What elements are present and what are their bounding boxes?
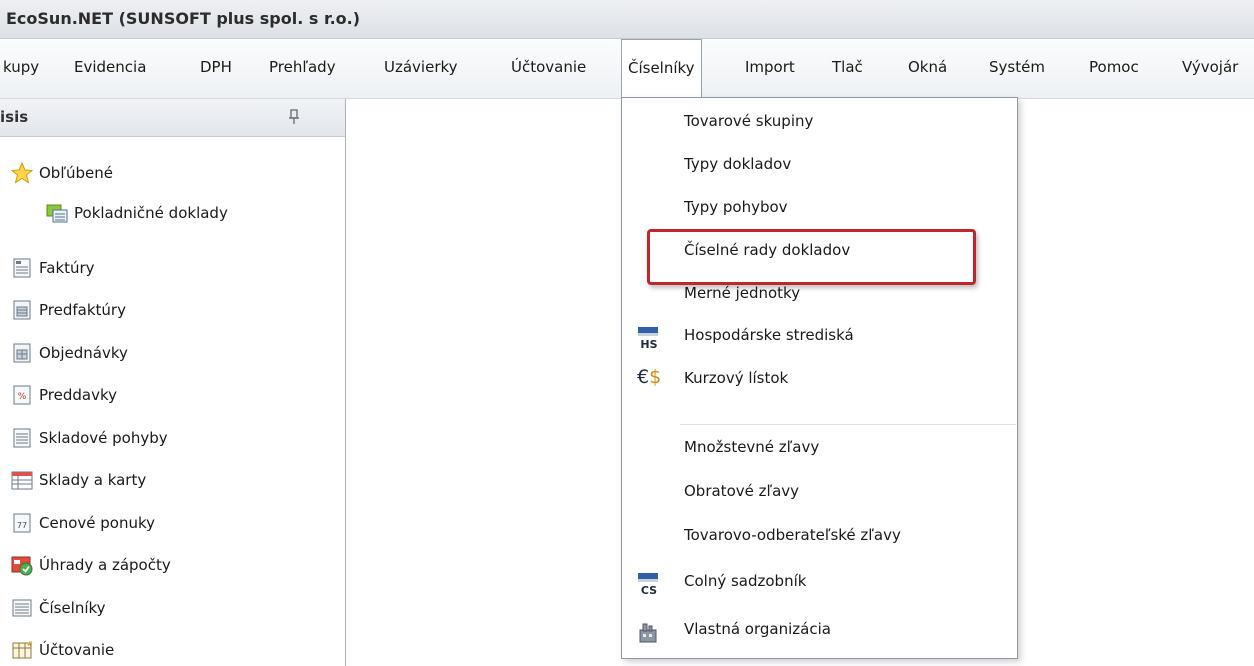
ciselniky-dropdown-menu: Tovarové skupiny Typy dokladov Typy pohy… bbox=[621, 97, 1018, 659]
euro-glyph: € bbox=[637, 366, 650, 388]
hs-icon: HS bbox=[638, 327, 658, 350]
menu-item-mnozstevne-zlavy[interactable]: Množstevné zľavy bbox=[622, 428, 1017, 470]
menu-okna[interactable]: Okná bbox=[908, 39, 947, 96]
pin-icon[interactable] bbox=[287, 108, 301, 126]
menu-prehlady[interactable]: Prehľady bbox=[269, 39, 336, 96]
menu-item-label: Obratové zľavy bbox=[684, 482, 800, 500]
menu-uctovanie[interactable]: Účtovanie bbox=[511, 39, 586, 96]
menu-item-label: Typy pohybov bbox=[684, 198, 788, 216]
menu-dph[interactable]: DPH bbox=[200, 39, 232, 96]
menu-separator bbox=[680, 424, 1016, 425]
tree-item-preddavky[interactable]: % Preddavky bbox=[11, 382, 311, 408]
tree-label: Preddavky bbox=[39, 386, 117, 404]
codebook-icon bbox=[12, 599, 32, 617]
menu-item-merne-jednotky[interactable]: Merné jednotky bbox=[622, 274, 1017, 316]
menu-item-typy-dokladov[interactable]: Typy dokladov bbox=[622, 145, 1017, 187]
menu-system[interactable]: Systém bbox=[989, 39, 1045, 96]
window-title: EcoSun.NET (SUNSOFT plus spol. s r.o.) bbox=[6, 9, 361, 28]
menu-item-label: Hospodárske strediská bbox=[684, 326, 854, 344]
tree-label: Účtovanie bbox=[39, 641, 115, 659]
menu-item-tovarove-skupiny[interactable]: Tovarové skupiny bbox=[622, 102, 1017, 144]
menu-item-label: Vlastná organizácia bbox=[684, 620, 831, 638]
menu-item-label: Tovarovo-odberateľské zľavy bbox=[684, 526, 901, 544]
tree-label: Číselníky bbox=[39, 599, 106, 617]
menu-vyvojar[interactable]: Vývojár bbox=[1182, 39, 1238, 96]
svg-text:77: 77 bbox=[17, 521, 27, 530]
menu-item-label: Typy dokladov bbox=[684, 155, 792, 173]
cash-register-icon bbox=[46, 204, 68, 223]
tree-item-pokladnicne-doklady[interactable]: Pokladničné doklady bbox=[46, 200, 306, 226]
tree-item-uctovanie[interactable]: # Účtovanie bbox=[11, 637, 311, 663]
menu-uzavierky[interactable]: Uzávierky bbox=[384, 39, 458, 96]
hs-icon-text: HS bbox=[640, 338, 657, 350]
panel-header: isis bbox=[0, 99, 345, 137]
tree-label: Úhrady a zápočty bbox=[39, 556, 171, 574]
panel-title: isis bbox=[0, 108, 29, 126]
tree-item-sklady-a-karty[interactable]: Sklady a karty bbox=[11, 467, 311, 493]
title-bar: EcoSun.NET (SUNSOFT plus spol. s r.o.) bbox=[0, 0, 1254, 39]
tree-favorites[interactable]: Obľúbené bbox=[11, 160, 211, 186]
menu-item-colny-sadzobnik[interactable]: CS Colný sadzobník bbox=[622, 562, 1017, 604]
cs-icon-text: CS bbox=[641, 584, 657, 596]
menu-item-label: Merné jednotky bbox=[684, 284, 801, 302]
stock-movement-icon bbox=[13, 428, 31, 448]
menu-item-label: Kurzový lístok bbox=[684, 369, 789, 387]
order-icon bbox=[13, 343, 31, 363]
tree-label: Sklady a karty bbox=[39, 471, 147, 489]
quote-icon: 77 bbox=[13, 513, 31, 533]
menu-item-tovarovo-odberatelske-zlavy[interactable]: Tovarovo-odberateľské zľavy bbox=[622, 516, 1017, 558]
tree-item-predfaktury[interactable]: Predfaktúry bbox=[11, 297, 311, 323]
menu-bar: kupy Evidencia DPH Prehľady Uzávierky Úč… bbox=[0, 39, 1254, 99]
menu-item-label: Množstevné zľavy bbox=[684, 438, 820, 456]
tree-label: Skladové pohyby bbox=[39, 429, 168, 447]
menu-import[interactable]: Import bbox=[745, 39, 795, 96]
menu-item-label: Colný sadzobník bbox=[684, 572, 807, 590]
tree-item-ciselniky[interactable]: Číselníky bbox=[11, 595, 311, 621]
star-icon bbox=[11, 162, 33, 184]
tree-label: Predfaktúry bbox=[39, 301, 126, 319]
tree-item-cenove-ponuky[interactable]: 77 Cenové ponuky bbox=[11, 510, 311, 536]
menu-item-hospodarske-strediska[interactable]: HS Hospodárske strediská bbox=[622, 316, 1017, 358]
menu-item-obratove-zlavy[interactable]: Obratové zľavy bbox=[622, 472, 1017, 514]
tree-label: Objednávky bbox=[39, 344, 128, 362]
menu-tlac[interactable]: Tlač bbox=[832, 39, 863, 96]
menu-item-typy-pohybov[interactable]: Typy pohybov bbox=[622, 188, 1017, 230]
organization-icon bbox=[639, 623, 657, 643]
tree-item-skladove-pohyby[interactable]: Skladové pohyby bbox=[11, 425, 311, 451]
menu-ciselniky[interactable]: Číselníky bbox=[621, 39, 702, 99]
menu-evidencia[interactable]: Evidencia bbox=[74, 39, 146, 96]
menu-item-label: Číselné rady dokladov bbox=[684, 241, 851, 259]
accounting-icon: # bbox=[12, 640, 33, 659]
invoice-icon bbox=[13, 258, 31, 278]
tree-item-objednavky[interactable]: Objednávky bbox=[11, 340, 311, 366]
proforma-icon bbox=[13, 300, 31, 320]
menu-item-label: Tovarové skupiny bbox=[684, 112, 814, 130]
currency-icon: €$ bbox=[637, 367, 669, 391]
menu-item-vlastna-organizacia[interactable]: Vlastná organizácia bbox=[622, 610, 1017, 652]
svg-text:%: % bbox=[18, 392, 27, 402]
menu-nakupy[interactable]: kupy bbox=[3, 39, 39, 96]
menu-item-kurzovy-listok[interactable]: €$ Kurzový lístok bbox=[622, 359, 1017, 401]
warehouse-icon bbox=[11, 471, 33, 490]
menu-pomoc[interactable]: Pomoc bbox=[1089, 39, 1139, 96]
payments-icon bbox=[11, 556, 33, 576]
tree-label: Faktúry bbox=[39, 259, 95, 277]
tree-label: Pokladničné doklady bbox=[74, 204, 228, 222]
dollar-glyph: $ bbox=[649, 366, 662, 388]
svg-text:#: # bbox=[27, 640, 33, 648]
cs-icon: CS bbox=[638, 573, 658, 596]
advance-icon: % bbox=[13, 385, 31, 405]
tree-label: Obľúbené bbox=[39, 164, 113, 182]
tree-item-faktury[interactable]: Faktúry bbox=[11, 255, 311, 281]
tree-label: Cenové ponuky bbox=[39, 514, 156, 532]
tree-item-uhrady-a-zapocty[interactable]: Úhrady a zápočty bbox=[11, 552, 311, 578]
menu-item-ciselne-rady-dokladov[interactable]: Číselné rady dokladov bbox=[622, 231, 1017, 273]
navigation-panel: isis Obľúbené Pokladničné doklady Faktúr… bbox=[0, 99, 346, 666]
